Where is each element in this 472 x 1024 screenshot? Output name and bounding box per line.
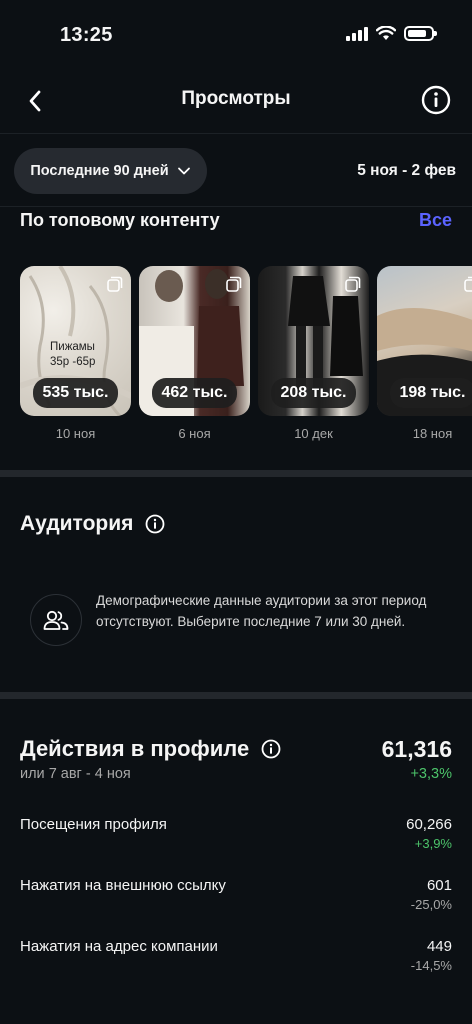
wifi-icon	[376, 26, 396, 40]
carousel-icon	[226, 276, 242, 292]
metric-delta: -14,5%	[410, 958, 452, 973]
thumbnail-date: 10 ноя	[55, 426, 96, 441]
people-icon	[43, 610, 69, 630]
metric-label: Нажатия на внешнюю ссылку	[20, 877, 226, 894]
signal-icon	[346, 26, 368, 41]
views-count: 535 тыс.	[32, 378, 119, 408]
metric-value: 60,266	[406, 816, 452, 833]
profile-actions-delta: +3,3%	[410, 766, 452, 782]
see-all-link[interactable]: Все	[419, 210, 452, 231]
audience-section: Аудитория Демографические данные аудитор…	[0, 478, 472, 694]
content-thumbnail[interactable]: 462 тыс.	[139, 266, 250, 416]
divider	[0, 206, 472, 207]
carousel-icon	[107, 276, 123, 292]
carousel-icon	[464, 276, 472, 292]
top-content-carousel: Пижамы 35р -65р 535 тыс. 10 ноя 462 тыс.…	[20, 266, 472, 456]
status-bar: 13:25	[0, 0, 472, 70]
metric-row-profile-visits: Посещения профиля 60,266 +3,9%	[20, 816, 452, 862]
info-icon[interactable]	[261, 739, 281, 759]
profile-actions-heading: Действия в профиле	[20, 736, 281, 762]
content-thumbnail[interactable]: 198 тыс.	[377, 266, 472, 416]
section-divider	[0, 692, 472, 699]
metric-row-external-link-taps: Нажатия на внешнюю ссылку 601 -25,0%	[20, 877, 452, 923]
people-icon-container	[30, 594, 82, 646]
page-title: Просмотры	[181, 88, 291, 109]
status-time: 13:25	[60, 24, 113, 46]
thumbnail-date: 18 ноя	[412, 426, 453, 441]
metric-label: Посещения профиля	[20, 816, 167, 833]
chevron-down-icon	[177, 167, 190, 175]
profile-actions-title: Действия в профиле	[20, 736, 250, 761]
views-count: 198 тыс.	[389, 378, 472, 408]
views-count: 208 тыс.	[270, 378, 357, 408]
views-count: 462 тыс.	[151, 378, 238, 408]
profile-actions-total: 61,316	[381, 736, 452, 762]
metric-row-address-taps: Нажатия на адрес компании 449 -14,5%	[20, 938, 452, 984]
profile-actions-section: Действия в профиле или 7 авг - 4 ноя 61,…	[0, 700, 472, 1024]
date-range: 5 ноя - 2 фев	[357, 162, 456, 179]
section-divider	[0, 470, 472, 477]
period-dropdown[interactable]: Последние 90 дней	[14, 148, 207, 194]
thumbnail-date: 10 дек	[294, 426, 333, 441]
battery-icon	[404, 26, 437, 41]
metric-delta: +3,9%	[414, 836, 452, 851]
info-icon[interactable]	[145, 514, 165, 534]
nav-bar: Просмотры	[0, 70, 472, 134]
carousel-icon	[345, 276, 361, 292]
info-button[interactable]	[418, 82, 454, 118]
metric-value: 449	[426, 938, 452, 955]
comparison-period: или 7 авг - 4 ноя	[20, 766, 131, 782]
audience-title: Аудитория	[20, 512, 134, 535]
metric-value: 601	[426, 877, 452, 894]
audience-empty-message: Демографические данные аудитории за этот…	[96, 593, 427, 629]
metric-label: Нажатия на адрес компании	[20, 938, 218, 955]
thumbnail-caption: Пижамы 35р -65р	[50, 341, 96, 368]
status-icons	[346, 26, 437, 41]
content-thumbnail[interactable]: 208 тыс.	[258, 266, 369, 416]
filter-row: Последние 90 дней 5 ноя - 2 фев	[0, 148, 472, 196]
thumbnail-date: 6 ноя	[178, 426, 211, 441]
metric-delta: -25,0%	[410, 897, 452, 912]
info-icon	[421, 85, 451, 115]
content-thumbnail[interactable]: Пижамы 35р -65р 535 тыс.	[20, 266, 131, 416]
audience-heading: Аудитория	[20, 512, 165, 536]
period-label: Последние 90 дней	[30, 163, 169, 179]
top-content-heading: По топовому контенту	[20, 210, 220, 230]
